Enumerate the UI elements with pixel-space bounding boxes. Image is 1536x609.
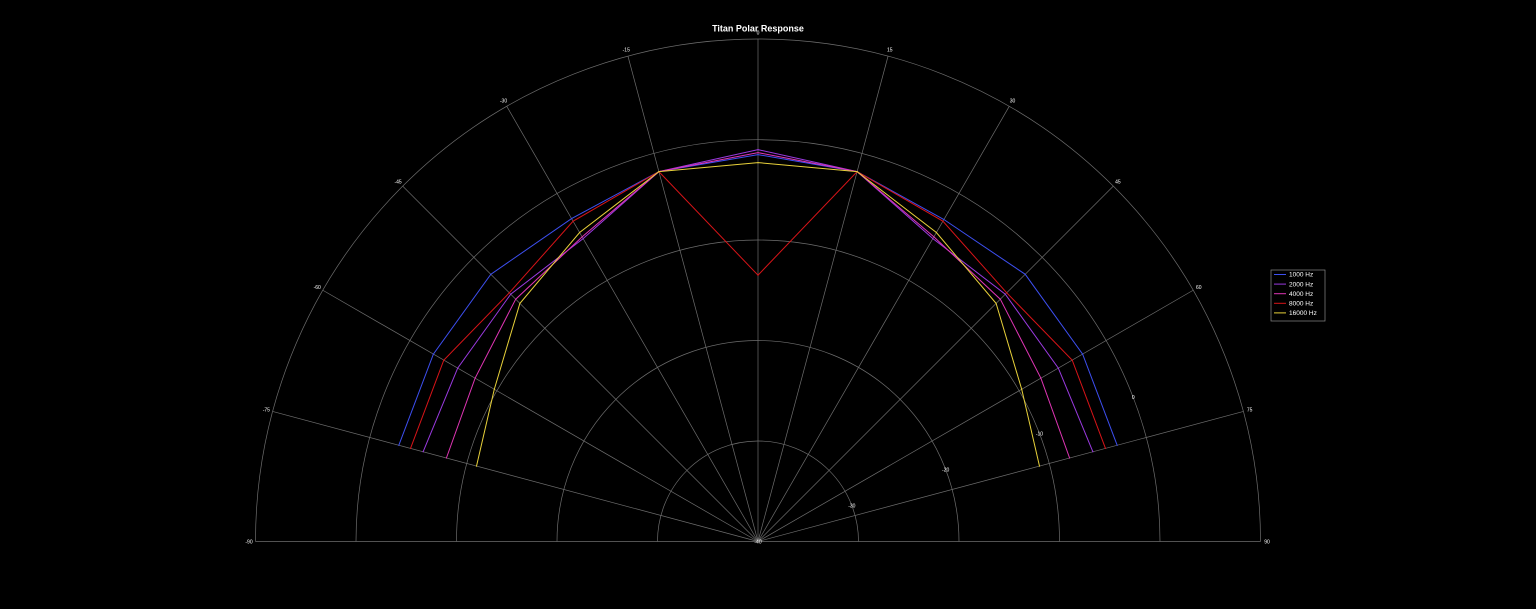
- data-point: [572, 220, 574, 222]
- grid-spoke: [272, 411, 759, 542]
- legend-label: 2000 Hz: [1289, 281, 1313, 288]
- angle-tick-label: -45: [394, 179, 401, 185]
- data-point: [475, 465, 478, 467]
- angle-tick-label: -30: [500, 98, 507, 104]
- data-point: [1104, 447, 1107, 449]
- grid-spoke: [627, 56, 759, 542]
- data-point: [935, 231, 938, 234]
- angle-tick-label: 60: [1196, 285, 1202, 291]
- grid-spoke: [322, 289, 759, 542]
- data-point: [582, 238, 584, 240]
- angle-tick-label: 75: [1247, 408, 1253, 414]
- grid-spoke: [757, 289, 1194, 542]
- data-point: [1004, 293, 1006, 295]
- grid-spoke: [757, 185, 1114, 542]
- data-point: [474, 377, 476, 379]
- data-point: [757, 162, 759, 164]
- angle-tick-label: 90: [1264, 539, 1270, 545]
- grid-spoke: [757, 56, 889, 542]
- angle-tick-label: -60: [314, 285, 321, 291]
- angle-tick-label: -75: [263, 408, 270, 414]
- polar-chart: Titan Polar Response -90-75-60-45-30-150…: [245, 24, 1326, 545]
- data-point: [1092, 451, 1094, 453]
- legend: 1000 Hz 2000 Hz 4000 Hz 8000 Hz 16000 Hz: [1270, 269, 1326, 322]
- angle-tick-label: 45: [1115, 179, 1121, 185]
- legend-label: 8000 Hz: [1289, 301, 1313, 308]
- angle-tick-label: 30: [1010, 98, 1016, 104]
- grid-spoke: [506, 106, 759, 542]
- data-point: [445, 457, 447, 459]
- grid-spoke: [402, 185, 759, 542]
- data-point: [579, 231, 581, 234]
- radial-tick-label: 0: [1132, 395, 1135, 401]
- data-point: [757, 154, 759, 156]
- legend-label: 16000 Hz: [1289, 310, 1317, 317]
- data-point: [1024, 273, 1026, 275]
- data-point: [490, 273, 492, 275]
- data-point: [1040, 377, 1042, 379]
- data-point: [1071, 359, 1073, 361]
- data-point: [409, 447, 412, 449]
- angle-tick-label: 0: [757, 30, 760, 36]
- data-point: [942, 220, 944, 222]
- data-point: [432, 353, 434, 355]
- data-point: [398, 444, 400, 446]
- data-point: [1082, 353, 1084, 355]
- data-point: [995, 302, 997, 304]
- data-point: [932, 238, 934, 240]
- data-point: [757, 149, 759, 151]
- data-point: [571, 218, 573, 220]
- data-point: [493, 388, 495, 390]
- data-point: [658, 171, 660, 173]
- data-point: [999, 298, 1001, 300]
- data-point: [515, 298, 517, 300]
- radial-tick-label: -10: [1036, 431, 1043, 437]
- grid-spoke: [757, 411, 1244, 542]
- data-point: [757, 274, 759, 276]
- angle-tick-label: -90: [245, 539, 252, 545]
- legend-label: 4000 Hz: [1289, 291, 1313, 298]
- legend-label: 1000 Hz: [1289, 272, 1313, 279]
- data-point: [1069, 457, 1071, 459]
- angle-tick-label: 15: [887, 48, 893, 54]
- data-point: [943, 218, 945, 221]
- grid-spoke: [757, 106, 1010, 542]
- data-point: [757, 152, 759, 154]
- data-point: [933, 236, 935, 238]
- polar-grid: [255, 38, 1261, 542]
- radial-tick-label: -30: [848, 503, 855, 509]
- data-point: [508, 292, 510, 294]
- data-point: [856, 171, 858, 173]
- data-point: [1057, 367, 1059, 369]
- data-point: [581, 236, 583, 238]
- data-point: [443, 359, 445, 361]
- data-point: [1006, 292, 1008, 294]
- data-point: [1038, 465, 1041, 467]
- radial-tick-label: -40: [754, 539, 761, 545]
- data-point: [1116, 444, 1118, 446]
- data-point: [519, 302, 521, 304]
- radial-tick-label: -20: [942, 467, 949, 473]
- angle-tick-label: -15: [623, 48, 630, 54]
- data-point: [1021, 388, 1023, 390]
- data-point: [422, 451, 424, 453]
- data-point: [457, 367, 459, 369]
- data-point: [510, 293, 512, 295]
